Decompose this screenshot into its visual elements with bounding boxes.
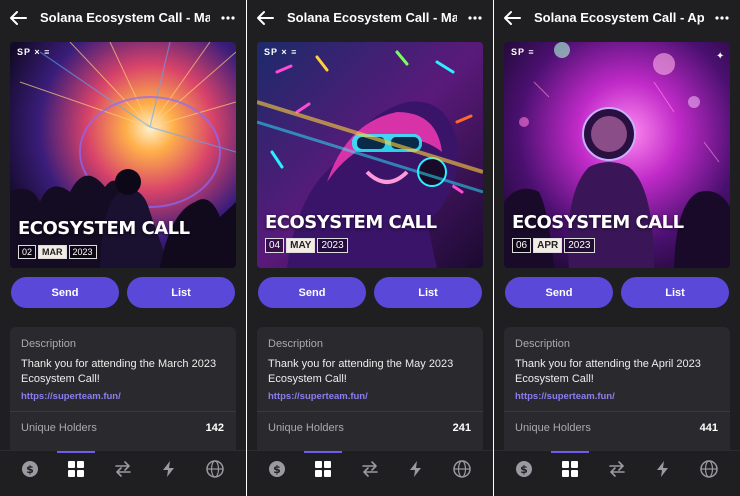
back-arrow-icon[interactable] <box>8 9 28 27</box>
swap-icon[interactable] <box>360 459 380 479</box>
globe-icon[interactable] <box>452 459 472 479</box>
globe-icon[interactable] <box>699 459 719 479</box>
back-arrow-icon[interactable] <box>502 9 522 27</box>
art-month: APR <box>533 238 563 253</box>
art-year: 2023 <box>564 238 595 253</box>
art-day: 06 <box>512 238 532 253</box>
svg-text:✦: ✦ <box>716 51 724 62</box>
more-options-icon[interactable] <box>467 9 483 27</box>
description-card: Description Thank you for attending the … <box>10 327 236 455</box>
artwork-background: ✦ <box>504 42 730 268</box>
svg-text:$: $ <box>520 463 528 476</box>
nft-artwork: SP × ≡ ECOSYSTEM CALL 04 MAY 2023 <box>257 42 483 268</box>
list-button[interactable]: List <box>127 277 235 308</box>
art-day: 02 <box>18 245 37 259</box>
art-month: MAY <box>286 238 316 253</box>
dollar-icon[interactable]: $ <box>20 459 40 479</box>
nft-detail-panel-april: Solana Ecosystem Call - April... ✦ <box>494 0 740 496</box>
send-button[interactable]: Send <box>258 277 366 308</box>
swap-icon[interactable] <box>607 459 627 479</box>
back-arrow-icon[interactable] <box>255 9 275 27</box>
page-title: Solana Ecosystem Call - April... <box>534 10 704 25</box>
art-year: 2023 <box>317 238 348 253</box>
bottom-tab-bar: $ <box>0 450 246 496</box>
website-link[interactable]: https://superteam.fun/ <box>268 391 368 402</box>
list-button[interactable]: List <box>374 277 482 308</box>
svg-text:$: $ <box>26 463 34 476</box>
nft-artwork: SP × ≡ ECOSYSTEM CALL 02 MAR 2023 <box>10 42 236 268</box>
art-month: MAR <box>38 245 67 259</box>
art-day: 04 <box>265 238 285 253</box>
globe-icon[interactable] <box>205 459 225 479</box>
divider <box>10 411 236 412</box>
art-heading: ECOSYSTEM CALL <box>18 218 190 239</box>
page-title: Solana Ecosystem Call - May... <box>287 10 457 25</box>
unique-holders-value: 142 <box>205 422 224 434</box>
artwork-background <box>257 42 483 268</box>
top-bar: Solana Ecosystem Call - May... <box>247 0 493 36</box>
bottom-tab-bar: $ <box>247 450 493 496</box>
description-label: Description <box>515 338 571 350</box>
unique-holders-label: Unique Holders <box>515 422 591 434</box>
grid-icon[interactable] <box>66 459 86 479</box>
description-card: Description Thank you for attending the … <box>504 327 730 455</box>
brand-logo: SP ≡ <box>511 47 535 57</box>
art-heading: ECOSYSTEM CALL <box>512 212 684 233</box>
svg-text:$: $ <box>273 463 281 476</box>
lightning-icon[interactable] <box>406 459 426 479</box>
top-bar: Solana Ecosystem Call - Marc... <box>0 0 246 36</box>
more-options-icon[interactable] <box>220 9 236 27</box>
lightning-icon[interactable] <box>653 459 673 479</box>
unique-holders-label: Unique Holders <box>268 422 344 434</box>
unique-holders-value: 441 <box>699 422 718 434</box>
website-link[interactable]: https://superteam.fun/ <box>515 391 615 402</box>
divider <box>504 411 730 412</box>
art-date: 02 MAR 2023 <box>18 245 97 259</box>
nft-artwork: ✦ SP ≡ ECOSYSTEM CALL 06 APR 2023 <box>504 42 730 268</box>
top-bar: Solana Ecosystem Call - April... <box>494 0 740 36</box>
active-tab-indicator <box>551 451 589 453</box>
page-title: Solana Ecosystem Call - Marc... <box>40 10 210 25</box>
grid-icon[interactable] <box>560 459 580 479</box>
description-label: Description <box>268 338 324 350</box>
art-date: 04 MAY 2023 <box>265 238 348 253</box>
description-label: Description <box>21 338 77 350</box>
brand-logo: SP × ≡ <box>264 47 298 57</box>
art-heading: ECOSYSTEM CALL <box>265 212 437 233</box>
divider <box>257 411 483 412</box>
grid-icon[interactable] <box>313 459 333 479</box>
nft-detail-panel-march: Solana Ecosystem Call - Marc... <box>0 0 246 496</box>
brand-logo: SP × ≡ <box>17 47 51 57</box>
active-tab-indicator <box>304 451 342 453</box>
description-text: Thank you for attending the March 2023 E… <box>21 358 217 385</box>
unique-holders-label: Unique Holders <box>21 422 97 434</box>
nft-detail-panel-may: Solana Ecosystem Call - May... <box>247 0 493 496</box>
art-year: 2023 <box>68 245 97 259</box>
dollar-icon[interactable]: $ <box>267 459 287 479</box>
website-link[interactable]: https://superteam.fun/ <box>21 391 121 402</box>
art-date: 06 APR 2023 <box>512 238 595 253</box>
swap-icon[interactable] <box>113 459 133 479</box>
active-tab-indicator <box>57 451 95 453</box>
more-options-icon[interactable] <box>714 9 730 27</box>
description-text: Thank you for attending the May 2023 Eco… <box>268 358 454 385</box>
send-button[interactable]: Send <box>11 277 119 308</box>
description-card: Description Thank you for attending the … <box>257 327 483 455</box>
list-button[interactable]: List <box>621 277 729 308</box>
dollar-icon[interactable]: $ <box>514 459 534 479</box>
send-button[interactable]: Send <box>505 277 613 308</box>
lightning-icon[interactable] <box>159 459 179 479</box>
description-text: Thank you for attending the April 2023 E… <box>515 358 701 385</box>
bottom-tab-bar: $ <box>494 450 740 496</box>
unique-holders-value: 241 <box>452 422 471 434</box>
